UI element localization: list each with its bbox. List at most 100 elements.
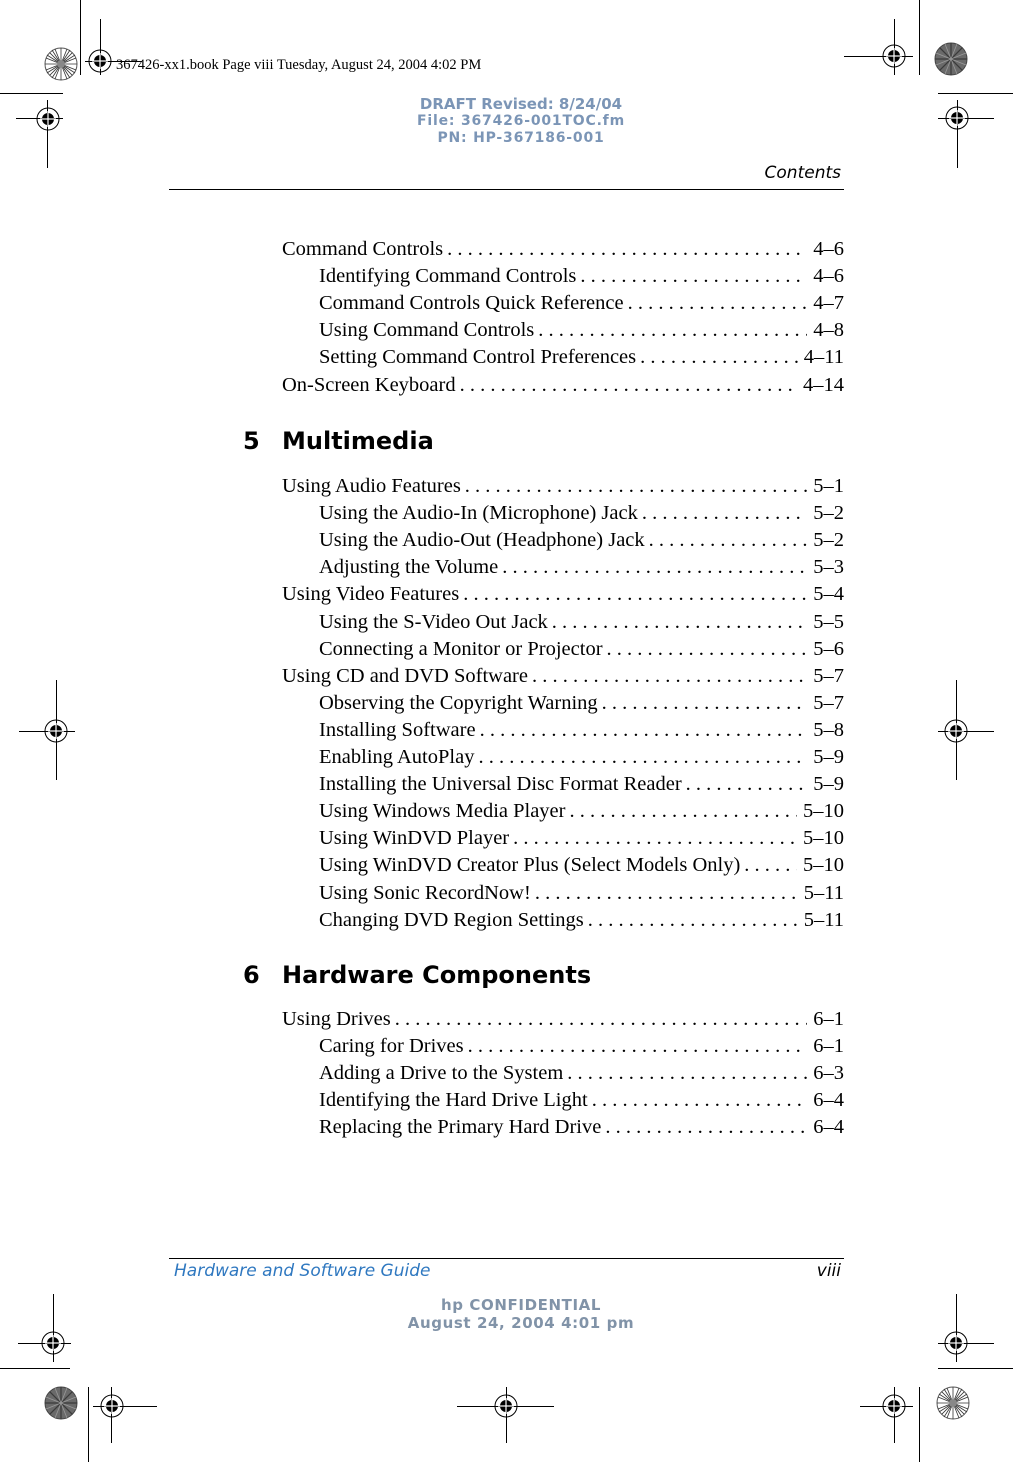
dot-leader (478, 744, 807, 771)
toc-entry-link[interactable]: Enabling AutoPlay 5–9 (319, 744, 844, 771)
toc-entry-link[interactable]: Using Windows Media Player 5–10 (319, 798, 844, 825)
registration-mark-icon (943, 718, 969, 744)
draft-stamp: DRAFT Revised: 8/24/04 File: 367426-001T… (360, 96, 682, 147)
toc-entry-page: 6–4 (813, 1089, 844, 1112)
crop-mark (919, 1387, 920, 1462)
toc-entry-page: 5–11 (803, 908, 844, 931)
toc-entry-link[interactable]: Using Sonic RecordNow! 5–11 (319, 880, 844, 907)
confidential-stamp: hp CONFIDENTIAL August 24, 2004 4:01 pm (360, 1296, 682, 1332)
toc-entry-page: 5–5 (813, 610, 844, 633)
dot-leader (567, 1060, 807, 1087)
toc-entry-link[interactable]: Identifying Command Controls 4–6 (319, 263, 844, 290)
draft-file: File: 367426-001TOC.fm (417, 113, 625, 129)
toc-entry-page: 5–3 (813, 556, 844, 579)
toc-entry-link[interactable]: Using Video Features 5–4 (282, 581, 844, 608)
toc-entry-title: Using Video Features (282, 583, 460, 606)
running-header-title: Contents (764, 163, 841, 183)
toc-entry-page: 5–8 (813, 718, 844, 741)
toc-entry-title: Connecting a Monitor or Projector (319, 637, 603, 660)
toc-entry-page: 4–14 (803, 373, 844, 396)
toc-entry-link[interactable]: Setting Command Control Preferences 4–11 (319, 344, 844, 371)
dot-leader (628, 290, 808, 317)
dot-leader (447, 236, 807, 263)
toc-entry-page: 5–11 (803, 881, 844, 904)
toc-entry-title: Caring for Drives (319, 1035, 464, 1058)
dot-leader (607, 636, 808, 663)
toc-entry-link[interactable]: Using the S-Video Out Jack 5–5 (319, 609, 844, 636)
toc-entry-title: Using WinDVD Player (319, 827, 510, 850)
toc-entry-page: 5–9 (813, 746, 844, 768)
toc-entry-page: 5–10 (803, 827, 844, 850)
dot-leader (460, 372, 797, 399)
toc-entry-link[interactable]: On-Screen Keyboard 4–14 (282, 372, 844, 399)
toc-entry-title: Using WinDVD Creator Plus (Select Models… (319, 854, 741, 877)
dot-leader (686, 771, 808, 798)
toc-entry-page: 5–1 (813, 475, 844, 497)
chapter-5-heading: 5 Multimedia (243, 427, 434, 455)
toc-entry-page: 6–4 (813, 1116, 844, 1139)
toc-entry-title: Observing the Copyright Warning (319, 691, 598, 714)
color-bar-starburst-icon (934, 42, 968, 76)
toc-entry-link[interactable]: Using WinDVD Creator Plus (Select Models… (319, 852, 844, 879)
toc-entry-link[interactable]: Using WinDVD Player 5–10 (319, 825, 844, 852)
toc-entry-link[interactable]: Adding a Drive to the System 6–3 (319, 1060, 844, 1087)
toc-entry-title: Using the S-Video Out Jack (319, 610, 548, 633)
toc-entry-link[interactable]: Installing Software 5–8 (319, 717, 844, 744)
dot-leader (552, 609, 807, 636)
toc-entry-page: 5–2 (813, 502, 844, 525)
dot-leader (592, 1087, 808, 1114)
dot-leader (602, 690, 808, 717)
registration-mark-icon (99, 1393, 125, 1419)
toc-entry-title: Changing DVD Region Settings (319, 908, 584, 931)
toc-entry-link[interactable]: Replacing the Primary Hard Drive 6–4 (319, 1114, 844, 1141)
dot-leader (502, 554, 807, 581)
toc-entry-link[interactable]: Using CD and DVD Software 5–7 (282, 663, 844, 690)
crop-mark (88, 1387, 89, 1462)
toc-entry-link[interactable]: Identifying the Hard Drive Light 6–4 (319, 1087, 844, 1114)
toc-entry-link[interactable]: Using Drives 6–1 (282, 1006, 844, 1033)
toc-entry-title: Using CD and DVD Software (282, 664, 528, 687)
toc-entry-link[interactable]: Using Command Controls 4–8 (319, 317, 844, 344)
crop-mark (80, 0, 81, 75)
toc-entry-link[interactable]: Changing DVD Region Settings 5–11 (319, 907, 844, 934)
toc-entry-title: On-Screen Keyboard (282, 373, 456, 396)
dot-leader (513, 825, 797, 852)
dot-leader (480, 717, 808, 744)
toc-entry-title: Using Command Controls (319, 319, 535, 342)
toc-entry-link[interactable]: Command Controls Quick Reference 4–7 (319, 290, 844, 317)
chapter-6-heading: 6 Hardware Components (243, 961, 591, 989)
toc-entry-link[interactable]: Observing the Copyright Warning 5–7 (319, 690, 844, 717)
toc-entry-title: Setting Command Control Preferences (319, 346, 637, 369)
crop-mark (938, 1368, 1013, 1369)
toc-entry-link[interactable]: Caring for Drives 6–1 (319, 1033, 844, 1060)
toc-entry-link[interactable]: Using Audio Features 5–1 (282, 473, 844, 500)
toc-entry-title: Using Windows Media Player (319, 800, 566, 823)
toc-entry-link[interactable]: Using the Audio-In (Microphone) Jack 5–2 (319, 500, 844, 527)
draft-revised: DRAFT Revised: 8/24/04 (419, 95, 623, 113)
toc-entry-title: Using Audio Features (282, 475, 461, 497)
toc-entry-link[interactable]: Adjusting the Volume 5–3 (319, 554, 844, 581)
toc-entry-link[interactable]: Command Controls 4–6 (282, 236, 844, 263)
toc-entry-link[interactable]: Using the Audio-Out (Headphone) Jack 5–2 (319, 527, 844, 554)
toc-entry-title: Using Drives (282, 1008, 391, 1030)
registration-mark-icon (881, 43, 907, 69)
toc-entry-title: Using the Audio-In (Microphone) Jack (319, 502, 638, 525)
toc-entry-title: Command Controls Quick Reference (319, 292, 624, 315)
toc-entry-page: 4–8 (813, 319, 844, 342)
dot-leader (605, 1114, 807, 1141)
toc-entry-title: Identifying the Hard Drive Light (319, 1089, 588, 1112)
toc-entry-link[interactable]: Installing the Universal Disc Format Rea… (319, 771, 844, 798)
toc-entry-title: Installing the Universal Disc Format Rea… (319, 773, 682, 796)
dot-leader (468, 1033, 808, 1060)
print-info-line: 367426-xx1.book Page viii Tuesday, Augus… (116, 57, 482, 73)
toc-entry-title: Using the Audio-Out (Headphone) Jack (319, 529, 645, 552)
toc-entry-title: Adding a Drive to the System (319, 1062, 564, 1085)
toc-entry-page: 5–2 (813, 529, 844, 552)
toc-entry-link[interactable]: Connecting a Monitor or Projector 5–6 (319, 636, 844, 663)
toc-entry-page: 4–7 (813, 292, 844, 315)
crop-mark (0, 93, 63, 94)
dot-leader (649, 527, 808, 554)
dot-leader (395, 1006, 807, 1033)
toc-entry-page: 5–9 (813, 773, 844, 796)
toc-entry-page: 5–7 (813, 664, 844, 687)
